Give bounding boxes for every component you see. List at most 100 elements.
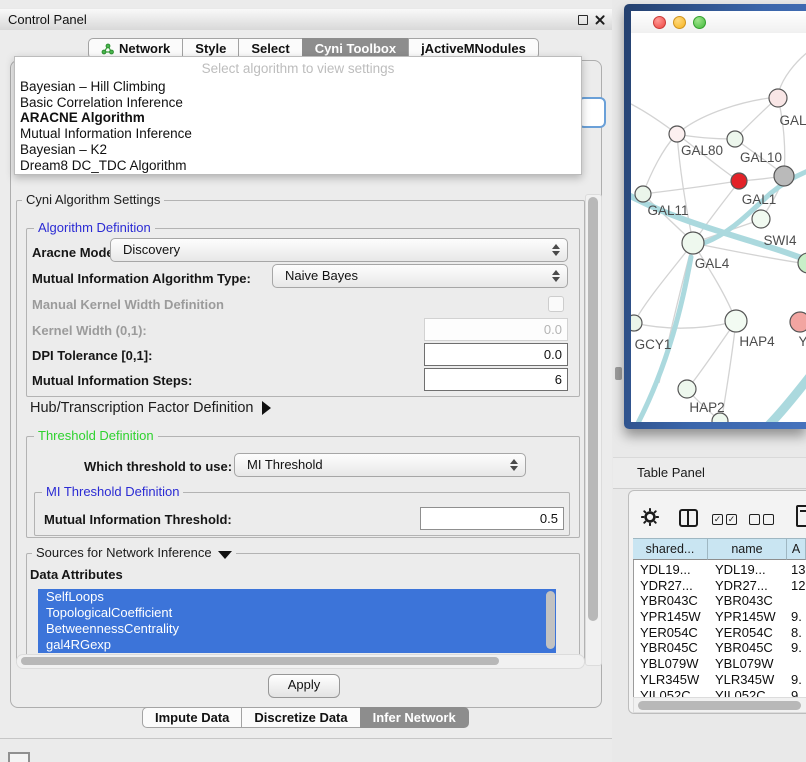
data-attribute-item[interactable]: SelfLoops <box>38 589 556 605</box>
tab-label: Infer Network <box>373 708 456 727</box>
data-attribute-item[interactable]: BetweennessCentrality <box>38 621 556 637</box>
network-node-label: Y <box>798 334 806 349</box>
network-node-gal1[interactable] <box>731 173 747 189</box>
table-row[interactable]: YDR27...YDR27...12 <box>633 578 806 594</box>
table-cell: YER054C <box>708 625 787 641</box>
table-row[interactable]: YBR043CYBR043C <box>633 593 806 609</box>
bottom-tab-bar: Impute DataDiscretize Data Infer Network <box>142 707 469 728</box>
network-edge <box>643 136 675 194</box>
settings-vscrollbar-thumb[interactable] <box>588 197 598 621</box>
column-header-shared[interactable]: shared... <box>633 538 708 560</box>
dpi-tolerance-field[interactable]: 0.0 <box>424 343 568 366</box>
table-row[interactable]: YPR145WYPR145W9. <box>633 609 806 625</box>
network-node-label: HAP4 <box>739 334 775 349</box>
network-node-gal4[interactable] <box>682 232 704 254</box>
table-row[interactable]: YLR345WYLR345W9. <box>633 672 806 688</box>
zoom-traffic-light[interactable] <box>693 16 706 29</box>
network-node-gal10[interactable] <box>727 131 743 147</box>
settings-hscrollbar-thumb[interactable] <box>21 657 499 665</box>
table-cell: YBR043C <box>708 593 787 609</box>
mi-threshold-label: Mutual Information Threshold: <box>44 512 232 527</box>
tab-discretize-data[interactable]: Discretize Data <box>241 707 360 728</box>
network-node-gal80[interactable] <box>669 126 685 142</box>
table-row[interactable]: YDL19...YDL19...13 <box>633 562 806 578</box>
tab-impute-data[interactable]: Impute Data <box>142 707 242 728</box>
table-cell <box>787 656 806 672</box>
mi-steps-field[interactable]: 6 <box>424 368 568 391</box>
algorithm-option-dream8-dc-tdc-algorithm[interactable]: Dream8 DC_TDC Algorithm <box>19 158 577 174</box>
network-node-hap4[interactable] <box>725 310 747 332</box>
data-attributes-label: Data Attributes <box>30 567 123 582</box>
application-window: Control Panel NetworkStyleSelectCyni Too… <box>0 0 806 762</box>
network-node-gal11[interactable] <box>635 186 651 202</box>
algorithm-option-mutual-information-inference[interactable]: Mutual Information Inference <box>19 126 577 142</box>
network-node-label: GAL <box>779 113 806 128</box>
network-canvas[interactable]: GALGAL80GAL10GAL1GAL11SWI4GAL4GCY1HAP4YH… <box>631 33 806 422</box>
data-attribute-item[interactable]: gal4RGexp <box>38 637 556 653</box>
table-row[interactable]: YBL079WYBL079W <box>633 656 806 672</box>
table-cell: YBR045C <box>633 640 708 656</box>
algorithm-option-aracne-algorithm[interactable]: ARACNE Algorithm <box>19 110 577 126</box>
mi-threshold-field[interactable]: 0.5 <box>420 507 564 530</box>
manual-kernel-checkbox[interactable] <box>548 296 564 312</box>
split-columns-icon[interactable] <box>679 509 698 527</box>
minimize-traffic-light[interactable] <box>673 16 686 29</box>
hub-definition-label: Hub/Transcription Factor Definition <box>30 400 254 416</box>
network-node-label: SWI4 <box>763 233 796 248</box>
which-threshold-label: Which threshold to use: <box>84 459 232 474</box>
network-canvas-svg: GALGAL80GAL10GAL1GAL11SWI4GAL4GCY1HAP4YH… <box>631 33 806 422</box>
table-cell: YDL19... <box>708 562 787 578</box>
algorithm-option-bayesian-hill-climbing[interactable]: Bayesian – Hill Climbing <box>19 79 577 95</box>
which-threshold-select[interactable]: MI Threshold <box>234 453 526 477</box>
table-document-icon[interactable] <box>796 505 806 527</box>
network-window-titlebar[interactable] <box>631 11 806 34</box>
control-panel-title: Control Panel <box>8 12 87 27</box>
gear-icon[interactable] <box>641 508 659 526</box>
column-header-name[interactable]: name <box>708 538 787 560</box>
kernel-width-field[interactable]: 0.0 <box>424 318 568 341</box>
settings-vscrollbar[interactable] <box>585 194 602 666</box>
network-edge <box>693 243 735 319</box>
panel-divider-handle[interactable] <box>615 367 622 380</box>
tab-infer-network[interactable]: Infer Network <box>360 707 469 728</box>
column-header-a[interactable]: A <box>787 538 806 560</box>
network-node-label: GAL4 <box>695 256 730 271</box>
table-panel-title: Table Panel <box>637 465 705 480</box>
table-header: shared...nameA <box>633 538 806 560</box>
network-node-gal[interactable] <box>769 89 787 107</box>
data-attribute-item[interactable]: TopologicalCoefficient <box>38 605 556 621</box>
algorithm-option-bayesian-k2[interactable]: Bayesian – K2 <box>19 142 577 158</box>
deselect-all-checks-icon[interactable] <box>749 514 777 532</box>
table-row[interactable]: YER054CYER054C8. <box>633 625 806 641</box>
network-node-hap2[interactable] <box>678 380 696 398</box>
apply-button[interactable]: Apply <box>268 674 340 698</box>
close-traffic-light[interactable] <box>653 16 666 29</box>
table-hscrollbar-thumb[interactable] <box>638 701 801 710</box>
algorithm-option-list: Bayesian – Hill ClimbingBasic Correlatio… <box>19 79 577 173</box>
table-cell: YPR145W <box>633 609 708 625</box>
mi-type-select[interactable]: Naive Bayes <box>272 264 568 288</box>
float-panel-icon[interactable] <box>578 15 588 25</box>
table-hscrollbar[interactable] <box>633 697 806 713</box>
table-cell: YBR045C <box>708 640 787 656</box>
network-node-swi4[interactable] <box>752 210 770 228</box>
aracne-mode-label: Aracne Mode: <box>32 245 118 260</box>
select-all-checks-icon[interactable]: ✓✓ <box>712 514 740 532</box>
hub-definition-toggle[interactable]: Hub/Transcription Factor Definition <box>30 400 271 416</box>
close-icon[interactable] <box>595 15 605 25</box>
network-node-gcy1[interactable] <box>631 315 642 331</box>
aracne-mode-select[interactable]: Discovery <box>110 238 568 262</box>
table-row[interactable]: YBR045CYBR045C9. <box>633 640 806 656</box>
algorithm-option-basic-correlation-inference[interactable]: Basic Correlation Inference <box>19 95 577 111</box>
unchecked-box-icon <box>763 514 774 525</box>
network-node[interactable] <box>774 166 794 186</box>
network-edge <box>643 181 738 194</box>
network-node-y[interactable] <box>790 312 806 332</box>
mi-type-value: Naive Bayes <box>285 268 358 283</box>
sources-group-title[interactable]: Sources for Network Inference <box>32 546 236 560</box>
settings-hscrollbar[interactable] <box>16 654 585 669</box>
attributes-list-scrollbar[interactable] <box>546 591 555 649</box>
table-cell: YBR043C <box>633 593 708 609</box>
minimized-panel-icon[interactable] <box>8 752 30 762</box>
network-node-label: GAL10 <box>740 150 782 165</box>
